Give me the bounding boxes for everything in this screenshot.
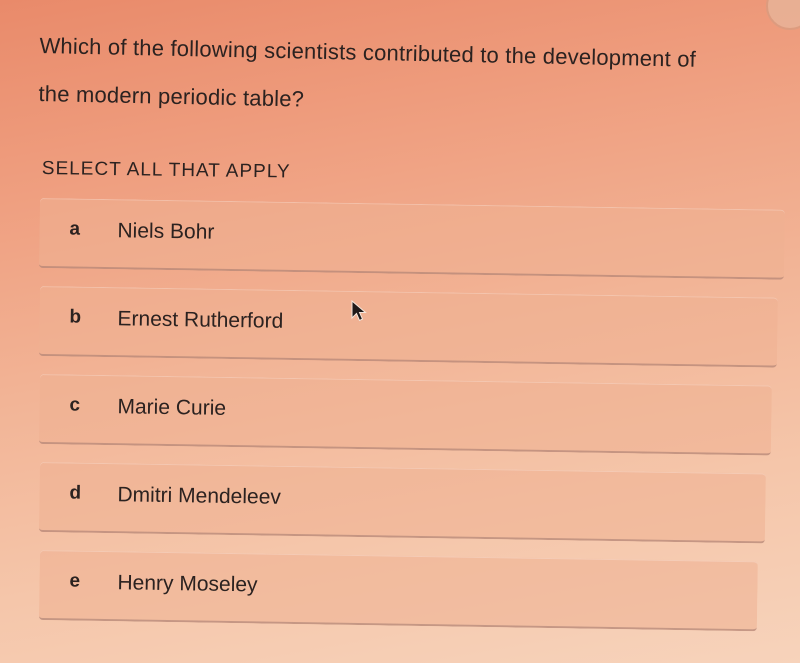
- option-letter: c: [69, 394, 81, 416]
- question-line-2: the modern periodic table?: [38, 80, 305, 112]
- question-text: Which of the following scientists contri…: [38, 22, 780, 133]
- question-line-1: Which of the following scientists contri…: [39, 32, 697, 72]
- option-label: Niels Bohr: [117, 219, 215, 244]
- corner-sticker: [766, 0, 800, 30]
- answer-options: a Niels Bohr b Ernest Rutherford c Marie…: [38, 198, 785, 638]
- option-label: Dmitri Mendeleev: [117, 483, 282, 509]
- option-letter: d: [69, 482, 82, 504]
- option-a[interactable]: a Niels Bohr: [38, 198, 785, 280]
- option-d[interactable]: d Dmitri Mendeleev: [38, 462, 766, 544]
- option-b[interactable]: b Ernest Rutherford: [38, 286, 778, 368]
- option-label: Ernest Rutherford: [117, 307, 284, 333]
- option-label: Henry Moseley: [117, 571, 258, 597]
- arrow-pointer-icon: [351, 300, 367, 322]
- option-letter: a: [69, 218, 81, 240]
- option-c[interactable]: c Marie Curie: [38, 374, 772, 456]
- option-letter: b: [69, 306, 82, 328]
- select-all-instruction: SELECT ALL THAT APPLY: [41, 158, 291, 183]
- option-label: Marie Curie: [117, 395, 227, 420]
- option-e[interactable]: e Henry Moseley: [38, 550, 758, 632]
- option-letter: e: [69, 570, 81, 592]
